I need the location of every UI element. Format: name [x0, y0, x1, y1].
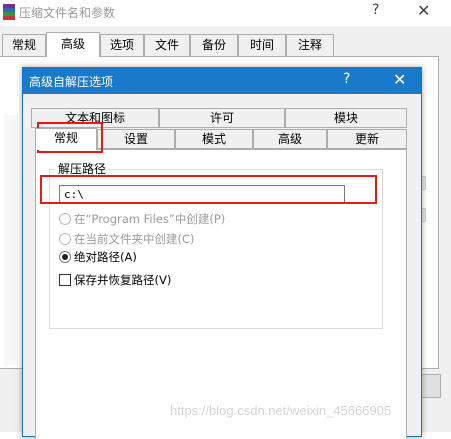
outer-title-bar: 压缩文件名和参数 ? ✕ [0, 0, 451, 26]
winrar-icon [3, 4, 15, 20]
tab-modules[interactable]: 模块 [285, 108, 407, 128]
help-icon[interactable]: ? [372, 2, 379, 18]
tab-advanced[interactable]: 高级 [253, 129, 327, 149]
radio-current-folder[interactable]: 在当前文件夹中创建(C) [59, 231, 195, 247]
checkbox-save-restore-path[interactable]: 保存并恢复路径(V) [59, 272, 171, 288]
inner-dialog-title: 高级自解压选项 [29, 75, 114, 89]
checkbox[interactable] [59, 274, 71, 286]
tab-general[interactable]: 常规 [2, 34, 46, 56]
outer-dialog-title: 压缩文件名和参数 [19, 6, 116, 20]
annotation-highlight-path [40, 175, 377, 204]
help-icon[interactable]: ? [343, 71, 350, 87]
tab-update[interactable]: 更新 [327, 129, 407, 149]
close-icon[interactable]: ✕ [393, 70, 406, 89]
close-icon[interactable]: ✕ [417, 1, 430, 20]
radio-absolute-path[interactable]: 绝对路径(A) [59, 249, 137, 265]
outer-panel-strip [4, 115, 18, 365]
outer-tab-bar: 常规 高级 选项 文件 备份 时间 注释 [0, 32, 451, 57]
tab-time[interactable]: 时间 [238, 34, 286, 56]
radio-button-checked[interactable] [59, 251, 71, 263]
tab-modes[interactable]: 模式 [175, 129, 253, 149]
watermark-text: https://blog.csdn.net/weixin_45666905 [170, 403, 392, 418]
inner-title-bar: 高级自解压选项 ? ✕ [23, 68, 421, 94]
tab-files[interactable]: 文件 [144, 34, 190, 56]
radio-button[interactable] [59, 233, 71, 245]
tab-general[interactable]: 常规 [35, 128, 97, 150]
radio-program-files[interactable]: 在“Program Files”中创建(P) [59, 211, 225, 227]
tab-setup[interactable]: 设置 [97, 129, 175, 149]
tab-backup[interactable]: 备份 [190, 34, 238, 56]
radio-button[interactable] [59, 213, 71, 225]
tab-advanced[interactable]: 高级 [46, 32, 100, 57]
tab-comment[interactable]: 注释 [286, 34, 334, 56]
tab-license[interactable]: 许可 [159, 108, 285, 128]
tab-options[interactable]: 选项 [100, 34, 144, 56]
